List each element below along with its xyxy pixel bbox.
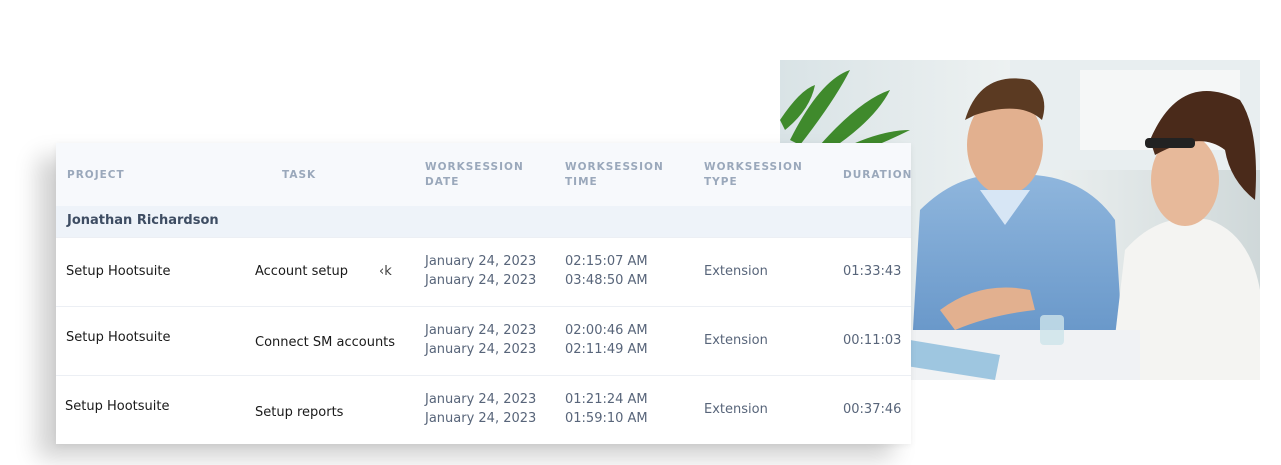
cell-task-fragment: ‹k: [379, 264, 392, 279]
header-worksession-time-line1: WORKSESSION: [565, 161, 664, 173]
time-end: 02:11:49 AM: [565, 341, 648, 357]
time-start: 02:15:07 AM: [565, 254, 648, 269]
cell-date: January 24, 2023 January 24, 2023: [425, 253, 536, 290]
cell-time: 01:21:24 AM 01:59:10 AM: [565, 391, 648, 428]
cell-time: 02:15:07 AM 03:48:50 AM: [565, 253, 648, 290]
header-worksession-type[interactable]: WORKSESSION TYPE: [704, 160, 803, 190]
cell-type: Extension: [704, 333, 768, 348]
date-start: January 24, 2023: [425, 392, 537, 407]
cell-time: 02:00:46 AM 02:11:49 AM: [565, 322, 648, 359]
cell-task: Account setup: [255, 264, 348, 279]
cell-project: Setup Hootsuite: [66, 264, 171, 279]
cell-duration: 01:33:43: [843, 264, 902, 279]
table-row[interactable]: Setup Hootsuite Account setup ‹k January…: [56, 237, 911, 307]
cell-duration: 00:11:03: [843, 333, 902, 348]
group-row[interactable]: Jonathan Richardson: [56, 206, 911, 237]
header-task[interactable]: TASK: [282, 168, 316, 183]
table-row[interactable]: Setup Hootsuite Setup reports January 24…: [56, 375, 911, 445]
table-row[interactable]: Setup Hootsuite Connect SM accounts Janu…: [56, 306, 911, 376]
header-worksession-type-line1: WORKSESSION: [704, 161, 803, 173]
date-end: January 24, 2023: [425, 272, 537, 288]
cell-date: January 24, 2023 January 24, 2023: [425, 391, 536, 428]
header-worksession-date[interactable]: WORKSESSION DATE: [425, 160, 524, 190]
header-project[interactable]: PROJECT: [67, 168, 125, 183]
header-worksession-date-line2: DATE: [425, 176, 460, 188]
group-name: Jonathan Richardson: [67, 213, 219, 228]
time-end: 03:48:50 AM: [565, 272, 648, 288]
cell-task: Setup reports: [255, 405, 344, 420]
cell-date: January 24, 2023 January 24, 2023: [425, 322, 536, 359]
date-start: January 24, 2023: [425, 323, 537, 338]
cell-type: Extension: [704, 402, 768, 417]
cell-project: Setup Hootsuite: [65, 399, 170, 414]
worksessions-table: PROJECT TASK WORKSESSION DATE WORKSESSIO…: [56, 143, 911, 444]
cell-project: Setup Hootsuite: [66, 330, 171, 345]
table-header: PROJECT TASK WORKSESSION DATE WORKSESSIO…: [56, 143, 911, 206]
date-end: January 24, 2023: [425, 341, 537, 357]
date-start: January 24, 2023: [425, 254, 537, 269]
cell-duration: 00:37:46: [843, 402, 902, 417]
time-start: 02:00:46 AM: [565, 323, 648, 338]
header-worksession-type-line2: TYPE: [704, 176, 738, 188]
date-end: January 24, 2023: [425, 410, 537, 426]
time-start: 01:21:24 AM: [565, 392, 648, 407]
header-duration[interactable]: DURATION: [843, 168, 912, 183]
cell-task: Connect SM accounts: [255, 335, 396, 350]
header-worksession-time[interactable]: WORKSESSION TIME: [565, 160, 664, 190]
header-worksession-time-line2: TIME: [565, 176, 598, 188]
cell-type: Extension: [704, 264, 768, 279]
header-worksession-date-line1: WORKSESSION: [425, 161, 524, 173]
time-end: 01:59:10 AM: [565, 410, 648, 426]
